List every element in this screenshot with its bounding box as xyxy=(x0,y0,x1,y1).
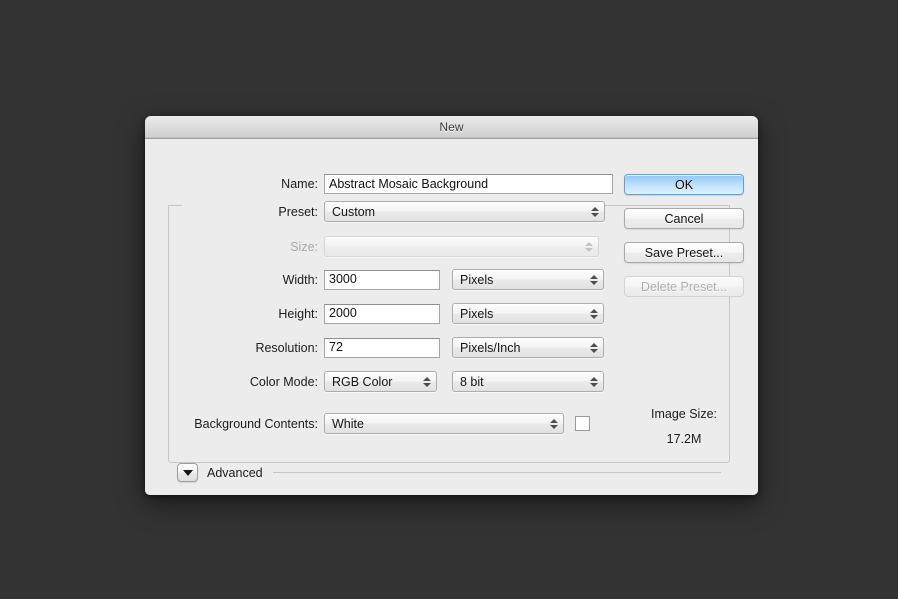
save-preset-button[interactable]: Save Preset... xyxy=(624,242,744,263)
width-input-value: 3000 xyxy=(329,272,357,287)
resolution-unit-select[interactable]: Pixels/Inch xyxy=(452,337,604,358)
preset-select[interactable]: Custom xyxy=(324,201,605,222)
background-contents-row: Background Contents: White xyxy=(145,413,590,434)
width-input[interactable]: 3000 xyxy=(324,269,440,290)
size-label: Size: xyxy=(290,239,318,254)
name-input[interactable]: Abstract Mosaic Background xyxy=(324,174,613,194)
advanced-label: Advanced xyxy=(207,465,263,480)
preset-select-value: Custom xyxy=(332,204,376,219)
name-input-value: Abstract Mosaic Background xyxy=(329,176,489,191)
size-row: Size: xyxy=(145,236,599,257)
chevron-updown-icon xyxy=(589,270,598,289)
image-size-label: Image Size: xyxy=(650,407,717,421)
cancel-button-label: Cancel xyxy=(664,211,704,226)
dialog-title: New xyxy=(439,120,464,134)
new-document-dialog: New Name: Abstract Mosaic Background Pre… xyxy=(145,116,758,495)
delete-preset-button[interactable]: Delete Preset... xyxy=(624,276,744,297)
height-label: Height: xyxy=(278,306,318,321)
width-label: Width: xyxy=(282,272,318,287)
preset-label: Preset: xyxy=(278,204,318,219)
dialog-body: Name: Abstract Mosaic Background Preset:… xyxy=(145,139,758,495)
disclosure-triangle-icon[interactable] xyxy=(177,463,198,482)
chevron-updown-icon xyxy=(589,338,598,357)
width-unit-value: Pixels xyxy=(460,272,494,287)
save-preset-button-label: Save Preset... xyxy=(644,245,724,260)
ok-button-label: OK xyxy=(674,177,694,192)
height-input-value: 2000 xyxy=(329,306,357,321)
ok-button[interactable]: OK xyxy=(624,174,744,195)
width-row: Width: 3000 Pixels xyxy=(145,269,604,290)
height-row: Height: 2000 Pixels xyxy=(145,303,604,324)
color-mode-value: RGB Color xyxy=(332,374,393,389)
image-size-block: Image Size: 17.2M xyxy=(624,407,744,446)
resolution-input[interactable]: 72 xyxy=(324,337,440,358)
bit-depth-select[interactable]: 8 bit xyxy=(452,371,604,392)
dialog-titlebar[interactable]: New xyxy=(145,116,758,139)
resolution-label: Resolution: xyxy=(255,340,318,355)
name-label: Name: xyxy=(281,177,318,191)
resolution-input-value: 72 xyxy=(329,340,343,355)
height-unit-value: Pixels xyxy=(460,306,494,321)
chevron-updown-icon xyxy=(589,304,598,323)
chevron-updown-icon xyxy=(590,202,599,221)
advanced-section-row: Advanced xyxy=(177,463,723,482)
preset-row: Preset: Custom xyxy=(145,201,605,222)
chevron-updown-icon xyxy=(549,414,558,433)
background-contents-select[interactable]: White xyxy=(324,413,564,434)
chevron-updown-icon xyxy=(584,237,593,256)
color-mode-label: Color Mode: xyxy=(249,374,318,389)
color-mode-select[interactable]: RGB Color xyxy=(324,371,437,392)
name-row: Name: Abstract Mosaic Background xyxy=(145,174,613,194)
resolution-unit-value: Pixels/Inch xyxy=(460,340,521,355)
cancel-button[interactable]: Cancel xyxy=(624,208,744,229)
bit-depth-value: 8 bit xyxy=(460,374,484,389)
chevron-updown-icon xyxy=(589,372,598,391)
chevron-updown-icon xyxy=(422,372,431,391)
background-contents-value: White xyxy=(332,416,364,431)
image-size-value: 17.2M xyxy=(666,432,702,446)
width-unit-select[interactable]: Pixels xyxy=(452,269,604,290)
background-contents-label: Background Contents: xyxy=(194,416,318,431)
delete-preset-button-label: Delete Preset... xyxy=(640,279,728,294)
height-input[interactable]: 2000 xyxy=(324,303,440,324)
height-unit-select[interactable]: Pixels xyxy=(452,303,604,324)
background-color-swatch[interactable] xyxy=(575,416,590,431)
advanced-separator xyxy=(272,472,721,473)
color-mode-row: Color Mode: RGB Color 8 bit xyxy=(145,371,604,392)
size-select[interactable] xyxy=(324,236,599,257)
resolution-row: Resolution: 72 Pixels/Inch xyxy=(145,337,604,358)
